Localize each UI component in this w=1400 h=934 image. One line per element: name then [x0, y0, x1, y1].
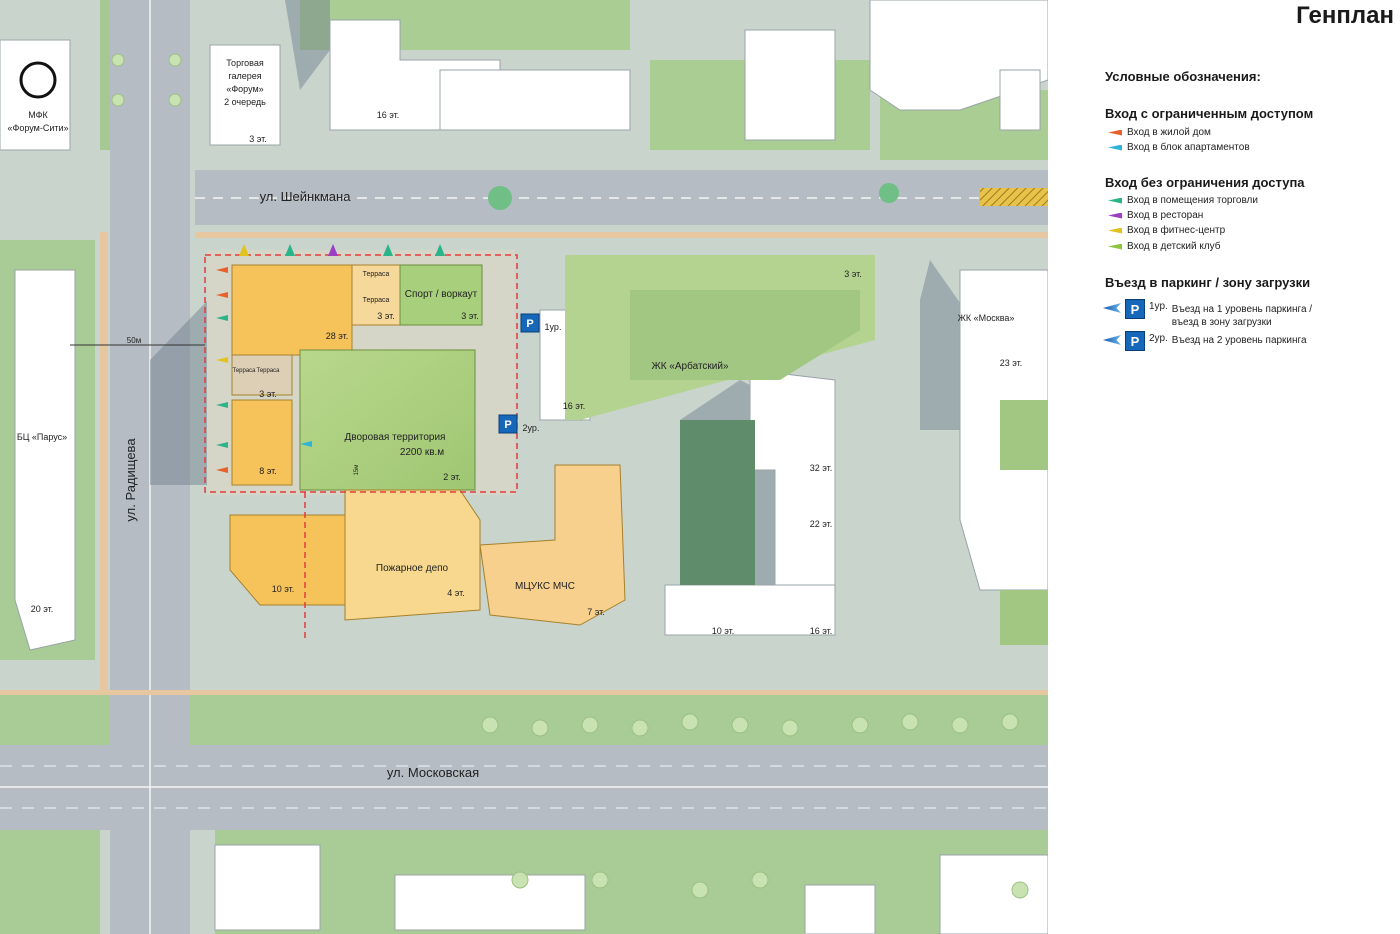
site-plan-svg: МФК «Форум-Сити» Торговая галерея «Форум… — [0, 0, 1048, 934]
parking-description: Въезд на 1 уровень паркинга / въезд в зо… — [1172, 303, 1312, 329]
legend-restricted-heading: Вход с ограниченным доступом — [1105, 106, 1314, 121]
legend-item-label: Вход в жилой дом — [1127, 127, 1211, 138]
legend-item-kids-club: Вход в детский клуб — [1108, 241, 1221, 252]
label-forum-city-2: «Форум-Сити» — [7, 123, 68, 133]
yard — [299, 349, 476, 491]
legend-parking-heading: Въезд в паркинг / зону загрузки — [1105, 275, 1311, 290]
legend-item-label: Вход в помещения торговли — [1127, 195, 1258, 206]
north-arrow-icon — [19, 61, 57, 99]
fire-depot — [344, 489, 481, 621]
legend-item-restaurant: Вход в ресторан — [1108, 210, 1203, 221]
parking-icon: P — [1125, 331, 1145, 351]
label-dim: 50м — [127, 336, 141, 345]
label-moskva-23: 23 эт. — [1000, 358, 1023, 368]
flag-cyan-icon — [1108, 144, 1122, 151]
legend-item-retail: Вход в помещения торговли — [1108, 195, 1258, 206]
label-parus-floors: 20 эт. — [31, 604, 54, 614]
legend-item-label: Вход в фитнес-центр — [1127, 225, 1226, 236]
arrow-icon — [1103, 335, 1121, 345]
flag-green-icon — [1108, 197, 1122, 204]
label-e16: 16 эт. — [810, 626, 833, 636]
street-moskovskaya: ул. Московская — [387, 765, 479, 780]
parking-1-symbol: P — [526, 318, 533, 330]
tower-28 — [231, 264, 353, 356]
label-gallery-floors: 3 эт. — [249, 134, 267, 144]
flag-yellow-icon — [1108, 227, 1122, 234]
label-n3: 3 эт. — [377, 311, 395, 321]
site-plan-map: МФК «Форум-Сити» Торговая галерея «Форум… — [0, 0, 1048, 934]
legend-parking-level1: P 1ур. Въезд на 1 уровень паркинга / въе… — [1103, 299, 1312, 329]
legend-item-apartments: Вход в блок апартаментов — [1108, 142, 1250, 153]
label-arbat-16: 16 эт. — [563, 401, 586, 411]
label-mid3: 3 эт. — [259, 389, 277, 399]
label-arbat-3: 3 эт. — [844, 269, 862, 279]
label-mchs-floors: 7 эт. — [587, 607, 605, 617]
label-terrace4: Терраса — [256, 368, 280, 374]
legend-parking-level2: P 2ур. Въезд на 2 уровень паркинга — [1103, 331, 1307, 351]
flag-purple-icon — [1108, 212, 1122, 219]
label-terrace2: Терраса — [363, 297, 390, 304]
label-sport-floors: 3 эт. — [461, 311, 479, 321]
label-dim-small: 15м — [354, 465, 360, 476]
street-radishcheva: ул. Радищева — [123, 438, 138, 522]
label-fire-floors: 4 эт. — [447, 588, 465, 598]
arrow-icon — [1103, 303, 1121, 313]
legend-item-label: Вход в детский клуб — [1127, 241, 1221, 252]
label-gallery-1: Торговая — [226, 58, 264, 68]
legend-panel: Генплан Условные обозначения: Вход с огр… — [1048, 0, 1400, 934]
parking-line2: въезд в зону загрузки — [1171, 317, 1272, 328]
label-arbat: ЖК «Арбатский» — [651, 360, 728, 372]
label-sport: Спорт / воркаут — [405, 289, 478, 300]
label-yard-2: 2200 кв.м — [400, 447, 444, 458]
label-mchs: МЦУКС МЧС — [515, 581, 575, 592]
legend-heading: Условные обозначения: — [1105, 69, 1261, 84]
parking-description: Въезд на 2 уровень паркинга — [1171, 335, 1307, 346]
label-terrace3: Терраса — [232, 368, 256, 374]
legend-unrestricted-heading: Вход без ограничения доступа — [1105, 175, 1305, 190]
label-b8: 8 эт. — [259, 466, 277, 476]
label-e10: 10 эт. — [712, 626, 735, 636]
label-p1: 1ур. — [545, 322, 562, 332]
label-parus: БЦ «Парус» — [17, 432, 67, 442]
parking-2-symbol: P — [504, 419, 511, 431]
label-yard-floors: 2 эт. — [443, 472, 461, 482]
parking-line1: Въезд на 1 уровень паркинга / — [1171, 304, 1313, 315]
label-p2: 2ур. — [523, 423, 540, 433]
legend-item-residential: Вход в жилой дом — [1108, 127, 1211, 138]
label-north-16: 16 эт. — [377, 110, 400, 120]
label-forum-city-1: МФК — [28, 110, 48, 120]
label-gallery-2: галерея — [228, 71, 261, 81]
page-title: Генплан — [1296, 2, 1394, 29]
label-gallery-4: 2 очередь — [224, 97, 266, 107]
street-sheinkman: ул. Шейнкмана — [260, 189, 352, 204]
label-gallery-3: «Форум» — [226, 84, 263, 94]
label-moskva: ЖК «Москва» — [958, 313, 1015, 323]
flag-orange-icon — [1108, 129, 1122, 136]
parking-icon: P — [1125, 299, 1145, 319]
label-terrace1: Терраса — [363, 271, 390, 278]
label-e22: 22 эт. — [810, 519, 833, 529]
parking-level-label: 2ур. — [1149, 333, 1168, 344]
label-b10: 10 эт. — [272, 584, 295, 594]
label-yard-1: Дворовая территория — [345, 432, 446, 443]
legend-item-label: Вход в ресторан — [1127, 210, 1204, 221]
label-b28: 28 эт. — [326, 331, 349, 341]
flag-lime-icon — [1108, 243, 1122, 250]
parking-level-label: 1ур. — [1149, 301, 1168, 312]
label-e32: 32 эт. — [810, 463, 833, 473]
legend-item-label: Вход в блок апартаментов — [1127, 142, 1250, 153]
label-fire-depot: Пожарное депо — [376, 563, 449, 574]
legend-item-fitness: Вход в фитнес-центр — [1108, 225, 1225, 236]
